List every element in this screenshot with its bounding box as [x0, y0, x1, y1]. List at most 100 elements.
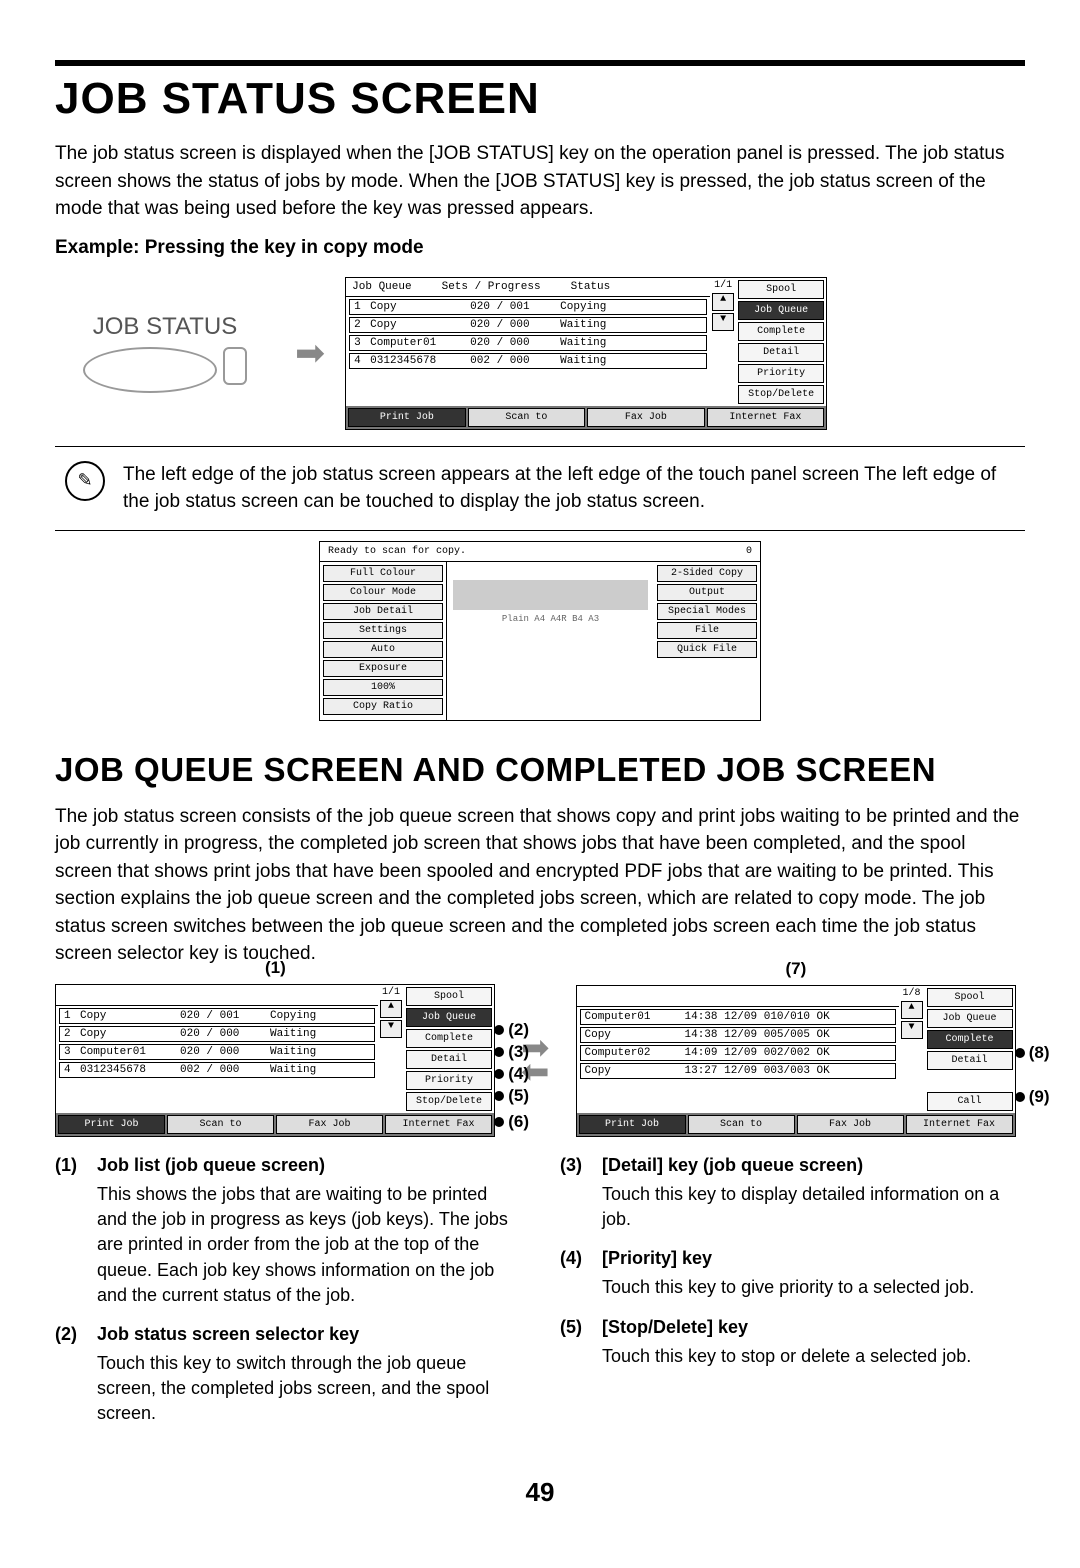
- scroll-down-icon[interactable]: ▼: [712, 313, 734, 331]
- copy-option[interactable]: File: [657, 622, 757, 639]
- table-row[interactable]: Computer0214:09 12/09 002/002 OK: [580, 1045, 896, 1061]
- tab-scan-to[interactable]: Scan to: [688, 1115, 795, 1134]
- tab-print-job[interactable]: Print Job: [58, 1115, 165, 1134]
- ready-message: Ready to scan for copy.: [328, 546, 466, 557]
- copy-option[interactable]: Job Detail: [323, 603, 443, 620]
- callout-8: (8): [1015, 1043, 1050, 1063]
- job-queue-button[interactable]: Job Queue: [927, 1009, 1013, 1028]
- scroll-down-icon[interactable]: ▼: [901, 1021, 923, 1039]
- tab-print-job[interactable]: Print Job: [579, 1115, 686, 1134]
- tab-print-job[interactable]: Print Job: [348, 408, 466, 427]
- spool-button[interactable]: Spool: [406, 987, 492, 1006]
- tab-internet-fax[interactable]: Internet Fax: [906, 1115, 1013, 1134]
- page-indicator-left: 1/1: [380, 987, 402, 998]
- note-text: The left edge of the job status screen a…: [123, 461, 1015, 516]
- table-row[interactable]: 3Computer01020 / 000Waiting: [59, 1044, 375, 1060]
- page-title: JOB STATUS SCREEN: [55, 74, 1025, 124]
- detail-button[interactable]: Detail: [738, 343, 824, 362]
- header-queue: Job Queue: [352, 281, 411, 293]
- job-queue-button[interactable]: Job Queue: [738, 301, 824, 320]
- copy-mode-panel: Ready to scan for copy. 0 Full Colour Col…: [319, 541, 761, 721]
- table-row[interactable]: 40312345678002 / 000Waiting: [349, 353, 707, 369]
- copy-option[interactable]: Quick File: [657, 641, 757, 658]
- stop-delete-button[interactable]: Stop/Delete: [738, 385, 824, 404]
- scroll-up-icon[interactable]: ▲: [380, 1000, 402, 1018]
- tab-fax-job[interactable]: Fax Job: [276, 1115, 383, 1134]
- desc-3-heading: [Detail] key (job queue screen): [602, 1155, 863, 1176]
- copy-option[interactable]: Colour Mode: [323, 584, 443, 601]
- table-row[interactable]: 3Computer01020 / 000Waiting: [349, 335, 707, 351]
- header-sets: Sets / Progress: [442, 281, 541, 293]
- spool-button[interactable]: Spool: [738, 280, 824, 299]
- job-status-key-label: JOB STATUS: [55, 313, 275, 341]
- tab-scan-to[interactable]: Scan to: [468, 408, 586, 427]
- callout-1: (1): [265, 958, 286, 978]
- header-status: Status: [571, 281, 611, 293]
- table-row[interactable]: 40312345678002 / 000Waiting: [59, 1062, 375, 1078]
- job-queue-panel: Job Queue Sets / Progress Status 1Copy02…: [345, 277, 827, 430]
- desc-2-heading: Job status screen selector key: [97, 1324, 359, 1345]
- copy-option[interactable]: 100%: [323, 679, 443, 696]
- priority-button[interactable]: Priority: [738, 364, 824, 383]
- complete-screen-panel: Computer0114:38 12/09 010/010 OK Copy14:3…: [576, 985, 1016, 1137]
- copy-count: 0: [746, 546, 752, 557]
- desc-1-text: This shows the jobs that are waiting to …: [97, 1182, 520, 1308]
- scroll-down-icon[interactable]: ▼: [380, 1020, 402, 1038]
- top-rule: [55, 60, 1025, 66]
- complete-button[interactable]: Complete: [738, 322, 824, 341]
- desc-1-heading: Job list (job queue screen): [97, 1155, 325, 1176]
- note-icon: ✎: [65, 461, 105, 501]
- complete-button[interactable]: Complete: [927, 1030, 1013, 1049]
- table-row[interactable]: Computer0114:38 12/09 010/010 OK: [580, 1009, 896, 1025]
- desc-4-text: Touch this key to give priority to a sel…: [602, 1275, 1025, 1300]
- queue-screen-panel: 1Copy020 / 001Copying 2Copy020 / 000Waiti…: [55, 984, 495, 1137]
- call-button[interactable]: Call: [927, 1092, 1013, 1111]
- tab-fax-job[interactable]: Fax Job: [587, 408, 705, 427]
- copy-option[interactable]: Output: [657, 584, 757, 601]
- priority-button[interactable]: Priority: [406, 1071, 492, 1090]
- desc-2-text: Touch this key to switch through the job…: [97, 1351, 520, 1427]
- desc-5-text: Touch this key to stop or delete a selec…: [602, 1344, 1025, 1369]
- sub-button[interactable]: [223, 347, 247, 385]
- page-indicator: 1/1: [712, 280, 734, 291]
- table-row[interactable]: 1Copy020 / 001Copying: [59, 1008, 375, 1024]
- callout-2: (2): [494, 1020, 529, 1040]
- stop-delete-button[interactable]: Stop/Delete: [406, 1092, 492, 1111]
- copy-option[interactable]: Exposure: [323, 660, 443, 677]
- copy-option[interactable]: 2-Sided Copy: [657, 565, 757, 582]
- table-row[interactable]: 1Copy020 / 001Copying: [349, 299, 707, 315]
- desc-4-heading: [Priority] key: [602, 1248, 712, 1269]
- table-row[interactable]: Copy14:38 12/09 005/005 OK: [580, 1027, 896, 1043]
- page-indicator-right: 1/8: [901, 988, 923, 999]
- desc-5-heading: [Stop/Delete] key: [602, 1317, 748, 1338]
- table-row[interactable]: Copy13:27 12/09 003/003 OK: [580, 1063, 896, 1079]
- copy-option[interactable]: Auto: [323, 641, 443, 658]
- scroll-up-icon[interactable]: ▲: [901, 1001, 923, 1019]
- copy-option[interactable]: Settings: [323, 622, 443, 639]
- callout-5: (5): [494, 1086, 529, 1106]
- section-intro: The job status screen consists of the jo…: [55, 803, 1025, 968]
- page-number: 49: [55, 1477, 1025, 1508]
- detail-button[interactable]: Detail: [406, 1050, 492, 1069]
- copy-option[interactable]: Copy Ratio: [323, 698, 443, 715]
- copy-option[interactable]: Full Colour: [323, 565, 443, 582]
- callout-7: (7): [786, 959, 807, 979]
- detail-button[interactable]: Detail: [927, 1051, 1013, 1070]
- tab-fax-job[interactable]: Fax Job: [797, 1115, 904, 1134]
- complete-button[interactable]: Complete: [406, 1029, 492, 1048]
- tab-scan-to[interactable]: Scan to: [167, 1115, 274, 1134]
- tab-internet-fax[interactable]: Internet Fax: [385, 1115, 492, 1134]
- intro-text: The job status screen is displayed when …: [55, 140, 1025, 223]
- desc-3-text: Touch this key to display detailed infor…: [602, 1182, 1025, 1232]
- scroll-up-icon[interactable]: ▲: [712, 293, 734, 311]
- callout-3: (3): [494, 1042, 529, 1062]
- paper-info: Plain A4 A4R B4 A3: [502, 614, 599, 624]
- tab-internet-fax[interactable]: Internet Fax: [707, 408, 825, 427]
- spool-button[interactable]: Spool: [927, 988, 1013, 1007]
- job-status-button[interactable]: [83, 347, 217, 393]
- table-row[interactable]: 2Copy020 / 000Waiting: [349, 317, 707, 333]
- table-row[interactable]: 2Copy020 / 000Waiting: [59, 1026, 375, 1042]
- job-queue-button[interactable]: Job Queue: [406, 1008, 492, 1027]
- example-label: Example: Pressing the key in copy mode: [55, 237, 1025, 259]
- copy-option[interactable]: Special Modes: [657, 603, 757, 620]
